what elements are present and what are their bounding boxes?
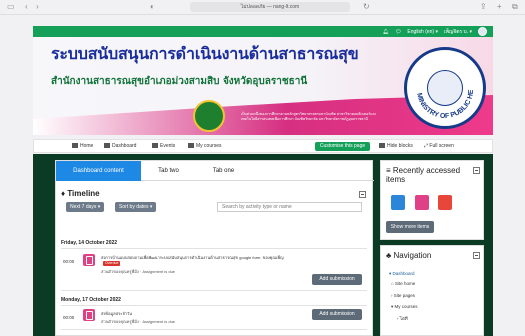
date-heading: Monday, 17 October 2022 <box>61 297 121 303</box>
divider <box>61 290 367 291</box>
event-course: ส่วนตัวของคุณครูพี่มิ่ง · Assignment is … <box>101 319 176 324</box>
tab-two[interactable]: Tab two <box>141 161 196 181</box>
notification-icon[interactable]: 🔔︎ <box>383 29 389 35</box>
event-time: 00:00 <box>63 315 75 320</box>
recent-item-icon[interactable] <box>415 195 429 210</box>
sidebar-toggle-icon[interactable]: ▭ <box>7 2 15 11</box>
overdue-badge: Overdue <box>103 261 121 266</box>
block-title: ♣ Navigation <box>386 251 431 260</box>
recent-title: Recently accessed items <box>386 166 461 184</box>
timeline-title: Timeline <box>67 189 100 198</box>
tab-overview-icon[interactable]: ⧉ <box>512 2 518 12</box>
add-submission-button[interactable]: Add submission <box>312 309 362 320</box>
nav-item-site-pages[interactable]: › Site pages <box>391 293 415 298</box>
divider <box>61 305 367 306</box>
nav-label: ไอที <box>399 316 408 321</box>
full-screen-button[interactable]: ⤢ Full screen <box>424 143 454 149</box>
assignment-icon <box>83 254 95 266</box>
menu-dashboard-label: Dashboard <box>112 143 137 149</box>
menu-my-courses-label: My courses <box>196 143 222 149</box>
nav-label: Site home <box>394 281 416 286</box>
avatar[interactable] <box>478 27 487 36</box>
tab-bar: Dashboard content Tab two Tab one <box>56 161 374 181</box>
list-icon: ≡ <box>386 166 393 175</box>
browser-toolbar: ▭ ‹ › ◐ ไม่ปลอดภัย — nang-lt.com ↻ ⇪ + ⧉ <box>0 0 525 15</box>
site-banner: ระบบสนับสนุนการดำเนินงานด้านสาธารณสุข สำ… <box>33 37 493 135</box>
nav-item-site-home[interactable]: ⌂ Site home <box>391 281 415 286</box>
timeline-filter-dropdown[interactable]: Next 7 days ▾ <box>66 202 105 212</box>
navigation-block: ♣ Navigation ▾ Dashboard ⌂ Site home › S… <box>380 245 484 336</box>
back-icon[interactable]: ‹ <box>25 2 28 11</box>
university-logo <box>193 100 225 132</box>
menu-events-label: Events <box>160 143 176 149</box>
nav-label: Site pages <box>393 293 416 298</box>
message-icon[interactable]: 💬︎ <box>395 29 401 35</box>
event-title[interactable]: ส่งการบ้านแบบสอบถามเพื่อพัฒนาระบบสนับสนุ… <box>101 255 301 266</box>
menu-bar: Home Dashboard Events My courses Customi… <box>33 139 493 153</box>
menu-my-courses[interactable]: My courses <box>188 143 222 149</box>
timeline-sort-dropdown[interactable]: Sort by dates ▾ <box>115 202 157 212</box>
banner-title: ระบบสนับสนุนการดำเนินงานด้านสาธารณสุข <box>51 44 359 63</box>
menu-home[interactable]: Home <box>72 143 93 149</box>
reload-icon[interactable]: ↻ <box>363 2 370 11</box>
calendar-icon <box>152 143 158 148</box>
privacy-icon: ◐ <box>150 2 155 11</box>
event-title[interactable]: ส่งข้อมูลประจำวัน <box>101 311 301 316</box>
recent-item-icon[interactable] <box>438 195 452 210</box>
main-content: Dashboard content Tab two Tab one ♦ Time… <box>55 160 374 336</box>
hide-blocks-icon <box>379 143 385 148</box>
date-heading: Friday, 14 October 2022 <box>61 240 118 246</box>
collapse-icon[interactable] <box>473 252 480 259</box>
full-screen-label: Full screen <box>429 143 454 149</box>
hide-blocks-label: Hide blocks <box>387 143 413 149</box>
nav-item-my-courses[interactable]: ▾ My courses <box>391 304 418 310</box>
event-title-text[interactable]: ส่งการบ้านแบบสอบถามเพื่อพัฒนาระบบสนับสนุ… <box>101 255 283 260</box>
menu-events[interactable]: Events <box>152 143 175 149</box>
recently-accessed-block: ≡ Recently accessed items Show more item… <box>380 160 484 240</box>
timeline-heading: ♦ Timeline <box>61 189 100 198</box>
language-menu[interactable]: English (en) ▾ <box>407 29 438 35</box>
event-time: 00:00 <box>63 259 75 264</box>
address-bar[interactable]: ไม่ปลอดภัย — nang-lt.com <box>190 2 350 12</box>
top-navbar: 🔔︎ 💬︎ English (en) ▾ เพ็ญจิตร บ. ▾ <box>33 26 493 37</box>
assignment-icon <box>83 309 95 321</box>
banner-caption: เป็นส่วนหนึ่งของการศึกษาตามหลักสูตรวิทยา… <box>241 112 377 121</box>
dashboard-icon <box>104 143 110 148</box>
block-title: ≡ Recently accessed items <box>386 166 470 184</box>
user-name[interactable]: เพ็ญจิตร บ. ▾ <box>444 28 472 36</box>
home-icon <box>72 143 78 148</box>
menu-home-label: Home <box>80 143 94 149</box>
collapse-icon[interactable] <box>473 167 480 174</box>
nav-label: My courses <box>394 304 418 309</box>
ministry-seal-logo: MINISTRY OF PUBLIC HEALTH <box>404 47 486 129</box>
tab-one[interactable]: Tab one <box>196 161 251 181</box>
hide-blocks-button[interactable]: Hide blocks <box>379 143 413 149</box>
menu-dashboard[interactable]: Dashboard <box>104 143 136 149</box>
share-icon[interactable]: ⇪ <box>480 2 487 11</box>
divider <box>61 329 367 330</box>
recent-item-icon[interactable] <box>391 195 405 210</box>
banner-subtitle: สำนักงานสาธารณสุขอำเภอม่วงสามสิบ จังหวัด… <box>51 76 308 87</box>
show-more-button[interactable]: Show more items <box>386 221 434 233</box>
nav-item-course[interactable]: › ไอที <box>397 315 408 322</box>
seal-emblem <box>427 70 463 106</box>
divider <box>61 248 367 249</box>
forward-icon[interactable]: › <box>36 2 39 11</box>
new-tab-icon[interactable]: + <box>497 2 502 11</box>
timeline-search-input[interactable]: Search by activity type or name <box>217 202 362 212</box>
nav-label: Dashboard <box>392 271 415 276</box>
timeline-collapse-icon[interactable] <box>359 191 366 198</box>
add-submission-button[interactable]: Add submission <box>312 274 362 285</box>
tab-dashboard-content[interactable]: Dashboard content <box>56 161 141 181</box>
customise-page-button[interactable]: Customise this page <box>315 142 370 151</box>
navigation-title: Navigation <box>393 251 432 260</box>
nav-item-dashboard[interactable]: ▾ Dashboard <box>389 271 415 277</box>
courses-icon <box>188 143 194 148</box>
event-course: ส่วนตัวของคุณครูพี่มิ่ง · Assignment is … <box>101 269 176 274</box>
